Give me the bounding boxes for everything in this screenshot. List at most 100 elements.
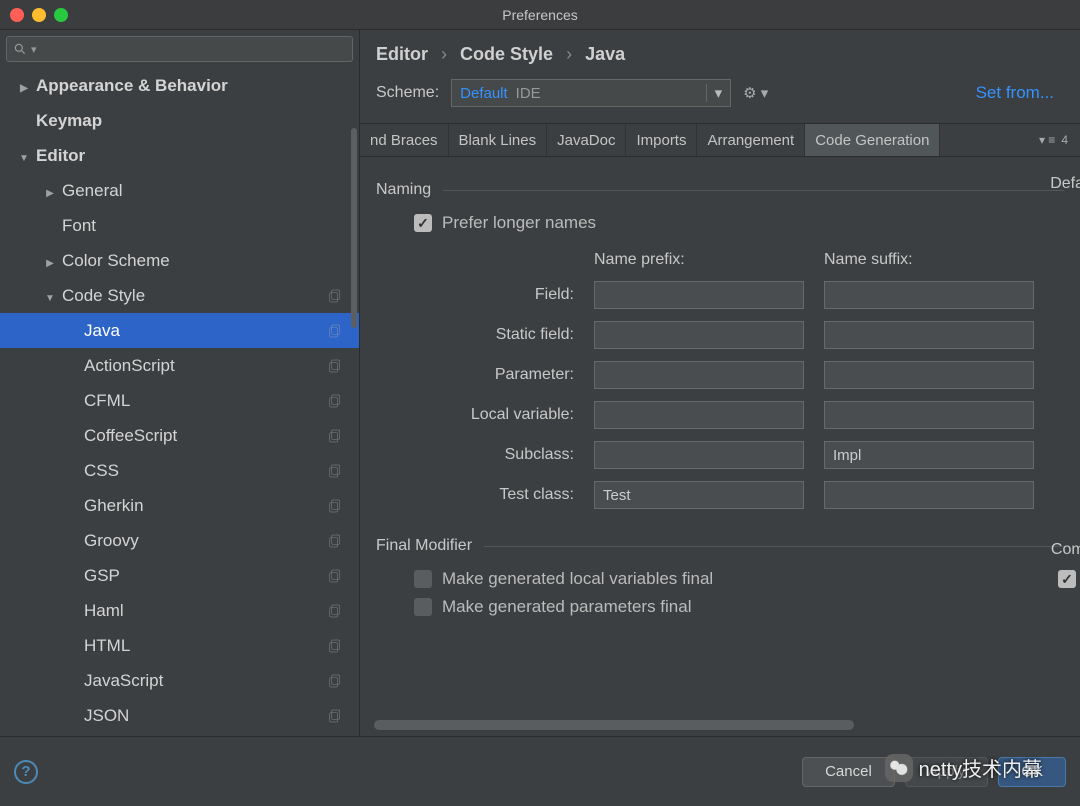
breadcrumb-codestyle[interactable]: Code Style <box>460 44 553 64</box>
horizontal-scrollbar[interactable] <box>374 720 854 730</box>
tree-item-actionscript[interactable]: ActionScript <box>0 348 359 383</box>
tree-item-gherkin[interactable]: Gherkin <box>0 488 359 523</box>
apply-button[interactable]: Apply <box>905 757 989 787</box>
tree-item-css[interactable]: CSS <box>0 453 359 488</box>
chevron-right-icon[interactable] <box>18 76 30 96</box>
section-naming: Naming <box>376 181 1064 199</box>
tree-item-label: CFML <box>84 391 130 411</box>
search-icon <box>13 42 27 56</box>
tree-item-cfml[interactable]: CFML <box>0 383 359 418</box>
suffix-input[interactable] <box>824 361 1034 389</box>
tree-item-json[interactable]: JSON <box>0 698 359 733</box>
prefix-input[interactable] <box>594 481 804 509</box>
settings-tree: Appearance & BehaviorKeymap Editor General… <box>0 68 359 736</box>
scope-icon <box>327 358 343 374</box>
tab-code-generation[interactable]: Code Generation <box>805 124 940 156</box>
prefix-input[interactable] <box>594 401 804 429</box>
scheme-label: Scheme: <box>376 84 439 102</box>
tree-item-editor[interactable]: Editor <box>0 138 359 173</box>
breadcrumb: Editor › Code Style › Java <box>360 30 1080 73</box>
set-from-link[interactable]: Set from... <box>976 83 1064 103</box>
tree-item-color-scheme[interactable]: Color Scheme <box>0 243 359 278</box>
prefix-input[interactable] <box>594 281 804 309</box>
tab-arrangement[interactable]: Arrangement <box>697 124 805 156</box>
tree-item-appearance-behavior[interactable]: Appearance & Behavior <box>0 68 359 103</box>
prefer-longer-names-row[interactable]: Prefer longer names <box>414 213 1064 233</box>
prefix-input[interactable] <box>594 441 804 469</box>
tree-item-label: CoffeeScript <box>84 426 177 446</box>
tree-item-font[interactable]: Font <box>0 208 359 243</box>
col-header-prefix: Name prefix: <box>594 251 804 269</box>
dialog-footer: ? Cancel Apply OK <box>0 736 1080 806</box>
naming-row-label: Subclass: <box>404 446 574 464</box>
chevron-down-icon[interactable] <box>44 286 56 306</box>
tree-item-label: Font <box>62 216 96 236</box>
scope-icon <box>327 673 343 689</box>
checkbox-icon[interactable] <box>414 570 432 588</box>
tree-item-keymap[interactable]: Keymap <box>0 103 359 138</box>
tree-item-haml[interactable]: Haml <box>0 593 359 628</box>
tree-item-general[interactable]: General <box>0 173 359 208</box>
checkbox-icon[interactable] <box>414 214 432 232</box>
tree-item-label: JSON <box>84 706 129 726</box>
scope-icon <box>327 498 343 514</box>
tree-item-label: Code Style <box>62 286 145 306</box>
chevron-right-icon[interactable] <box>44 251 56 271</box>
tree-item-java[interactable]: Java <box>0 313 359 348</box>
tab-nd-braces[interactable]: nd Braces <box>360 124 449 156</box>
tree-item-label: Groovy <box>84 531 139 551</box>
tree-item-html[interactable]: HTML <box>0 628 359 663</box>
prefix-input[interactable] <box>594 321 804 349</box>
naming-row-label: Parameter: <box>404 366 574 384</box>
scope-icon <box>327 533 343 549</box>
breadcrumb-editor[interactable]: Editor <box>376 44 428 64</box>
ok-button[interactable]: OK <box>998 757 1066 787</box>
tree-item-coffeescript[interactable]: CoffeeScript <box>0 418 359 453</box>
scheme-select[interactable]: Default IDE ▾ <box>451 79 731 107</box>
naming-row-label: Local variable: <box>404 406 574 424</box>
suffix-input[interactable] <box>824 441 1034 469</box>
tab-blank-lines[interactable]: Blank Lines <box>449 124 548 156</box>
tree-item-code-style[interactable]: Code Style <box>0 278 359 313</box>
checkbox-icon[interactable] <box>414 598 432 616</box>
chevron-right-icon[interactable] <box>44 181 56 201</box>
search-input[interactable]: ▾ <box>6 36 353 62</box>
tabs: nd BracesBlank LinesJavaDocImportsArrang… <box>360 123 1080 157</box>
col-header-suffix: Name suffix: <box>824 251 1034 269</box>
prefer-longer-label: Prefer longer names <box>442 213 596 233</box>
tab-javadoc[interactable]: JavaDoc <box>547 124 626 156</box>
window-title: Preferences <box>0 7 1080 23</box>
scrollbar[interactable] <box>351 128 357 328</box>
tree-item-label: ActionScript <box>84 356 175 376</box>
gear-icon[interactable]: ⚙ ▾ <box>743 84 768 102</box>
tree-item-javascript[interactable]: JavaScript <box>0 663 359 698</box>
prefix-input[interactable] <box>594 361 804 389</box>
scope-icon <box>327 323 343 339</box>
titlebar: Preferences <box>0 0 1080 30</box>
chevron-down-icon[interactable] <box>18 146 30 166</box>
naming-row-label: Field: <box>404 286 574 304</box>
suffix-input[interactable] <box>824 401 1034 429</box>
tree-item-gsp[interactable]: GSP <box>0 558 359 593</box>
final-params-row[interactable]: Make generated parameters final <box>414 597 1064 617</box>
tree-item-label: Editor <box>36 146 85 166</box>
tree-item-label: HTML <box>84 636 130 656</box>
suffix-input[interactable] <box>824 321 1034 349</box>
tab-imports[interactable]: Imports <box>626 124 697 156</box>
final-params-label: Make generated parameters final <box>442 597 691 617</box>
tree-item-label: Color Scheme <box>62 251 170 271</box>
checkbox-icon[interactable] <box>1058 570 1076 588</box>
cancel-button[interactable]: Cancel <box>802 757 895 787</box>
tree-item-label: JavaScript <box>84 671 163 691</box>
help-icon[interactable]: ? <box>14 760 38 784</box>
scope-icon <box>327 393 343 409</box>
final-locals-row[interactable]: Make generated local variables final <box>414 569 1064 589</box>
scope-icon <box>327 288 343 304</box>
tabs-right-margin[interactable]: ▾ ≡ 4 <box>1039 133 1080 147</box>
scope-icon <box>327 463 343 479</box>
suffix-input[interactable] <box>824 481 1034 509</box>
scope-icon <box>327 428 343 444</box>
suffix-input[interactable] <box>824 281 1034 309</box>
main-panel: Editor › Code Style › Java Scheme: Defau… <box>360 30 1080 736</box>
tree-item-groovy[interactable]: Groovy <box>0 523 359 558</box>
